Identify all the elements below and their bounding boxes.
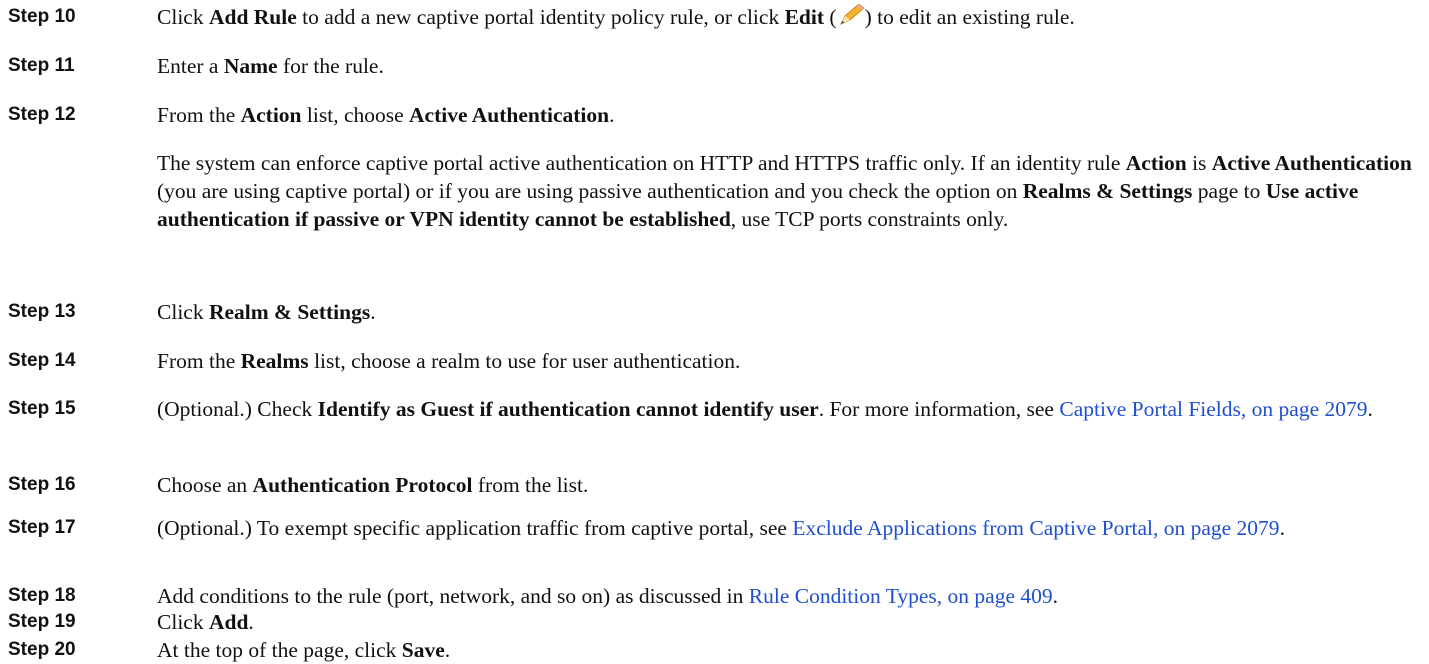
step-label: Step 13 <box>8 301 76 322</box>
step-label: Step 20 <box>8 639 76 660</box>
add-rule-term: Add Rule <box>208 5 297 29</box>
step-body: Click Add Rule to add a new captive port… <box>157 3 1075 29</box>
step-label: Step 19 <box>8 611 76 632</box>
step-body: From the Action list, choose Active Auth… <box>157 101 1415 233</box>
exclude-applications-link[interactable]: Exclude Applications from Captive Portal… <box>792 516 1279 540</box>
step-body: Click Realm & Settings. <box>157 300 376 324</box>
step-body: Enter a Name for the rule. <box>157 54 384 78</box>
step-label: Step 12 <box>8 104 76 125</box>
step-body: At the top of the page, click Save. <box>157 638 451 662</box>
step-label: Step 17 <box>8 517 76 538</box>
step-body: (Optional.) To exempt specific applicati… <box>157 516 1285 540</box>
step-label: Step 14 <box>8 350 76 371</box>
captive-portal-fields-link[interactable]: Captive Portal Fields, on page 2079 <box>1059 397 1367 421</box>
step-label: Step 18 <box>8 585 76 606</box>
step-label: Step 16 <box>8 474 76 495</box>
step-label: Step 11 <box>8 55 75 76</box>
step-label: Step 10 <box>8 6 76 27</box>
step-body: Click Add. <box>157 610 254 634</box>
step-note: The system can enforce captive portal ac… <box>157 151 1412 231</box>
pencil-edit-icon <box>837 3 865 26</box>
rule-condition-types-link[interactable]: Rule Condition Types, on page 409 <box>749 584 1053 608</box>
edit-term: Edit <box>784 5 825 29</box>
step-label: Step 15 <box>8 398 76 419</box>
step-body: (Optional.) Check Identify as Guest if a… <box>157 397 1373 421</box>
step-body: Choose an Authentication Protocol from t… <box>157 473 589 497</box>
step-body: Add conditions to the rule (port, networ… <box>157 584 1058 608</box>
step-body: From the Realms list, choose a realm to … <box>157 349 741 373</box>
